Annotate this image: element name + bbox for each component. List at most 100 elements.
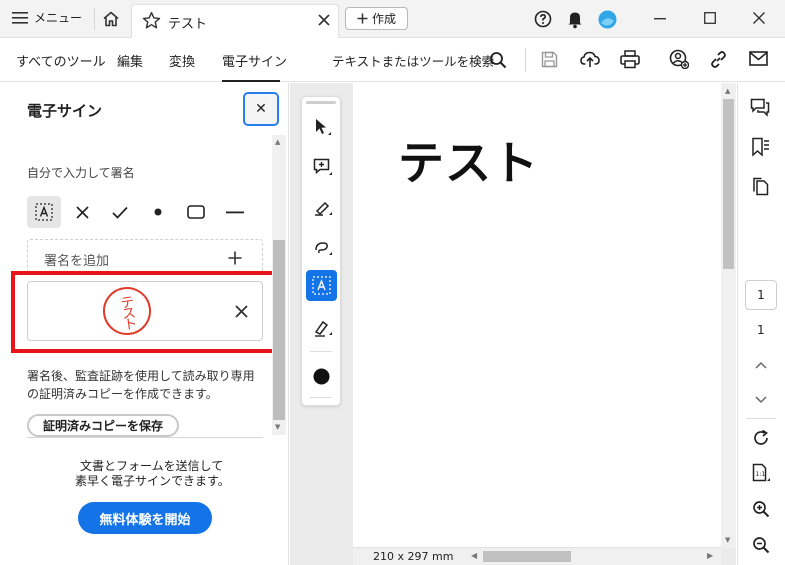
add-signature-row[interactable]: 署名を追加: [27, 239, 263, 275]
divider: [27, 437, 263, 438]
svg-text:1:1: 1:1: [756, 471, 766, 478]
link-icon[interactable]: [709, 50, 728, 69]
search-tools-label[interactable]: テキストまたはツールを検索: [332, 51, 494, 70]
divider: [746, 418, 776, 419]
start-free-trial-label: 無料体験を開始: [99, 512, 191, 528]
tab-e-sign[interactable]: 電子サイン: [222, 51, 287, 70]
add-signature-label: 署名を追加: [44, 254, 110, 269]
tab-convert[interactable]: 変換: [169, 51, 195, 70]
scrollbar-thumb[interactable]: [273, 240, 285, 420]
color-picker-icon[interactable]: [313, 368, 330, 385]
active-tab-indicator: [222, 80, 280, 82]
document-tab-title: テスト: [168, 17, 208, 32]
current-page-value: 1: [757, 288, 765, 302]
save-certified-copy-button[interactable]: 証明済みコピーを保存: [27, 414, 179, 437]
info-text-line1: 署名後、監査証跡を使用して読み取り専用: [27, 369, 255, 383]
section-label: 自分で入力して署名: [27, 166, 135, 180]
line-icon: [226, 211, 244, 214]
main-toolbar: すべてのツール 編集 変換 電子サイン テキストまたはツールを検索: [0, 38, 785, 82]
home-icon[interactable]: [102, 10, 120, 28]
next-page-icon[interactable]: [755, 396, 767, 404]
highlight-box: [11, 271, 282, 353]
check-icon: [112, 206, 128, 219]
panel-scrollbar[interactable]: ▲ ▼: [272, 135, 286, 435]
bell-icon[interactable]: [566, 9, 584, 29]
close-icon: ✕: [255, 101, 267, 117]
scrollbar-thumb[interactable]: [483, 551, 571, 562]
text-field-icon: [312, 276, 331, 295]
add-comment-icon[interactable]: [313, 158, 333, 178]
menu-button[interactable]: メニュー: [12, 9, 82, 26]
highlight-pen-icon[interactable]: [313, 198, 333, 218]
current-page-input[interactable]: 1: [745, 280, 777, 310]
divider: [525, 48, 526, 72]
drag-handle[interactable]: [306, 101, 336, 104]
panel-title: 電子サイン: [27, 102, 103, 120]
scroll-right-arrow-icon[interactable]: ▶: [707, 551, 713, 560]
document-horizontal-scrollbar[interactable]: 210 x 297 mm ◀ ▶: [353, 547, 721, 565]
maximize-icon[interactable]: [704, 12, 716, 24]
scroll-left-arrow-icon[interactable]: ◀: [471, 551, 477, 560]
panel-close-button[interactable]: ✕: [243, 92, 279, 126]
plus-icon: [357, 13, 368, 24]
check-tool[interactable]: [109, 202, 131, 222]
rectangle-icon: [187, 205, 205, 219]
menu-label: メニュー: [34, 11, 83, 25]
rotate-icon[interactable]: [752, 429, 770, 447]
freehand-draw-icon[interactable]: [313, 238, 333, 258]
plus-icon[interactable]: [228, 251, 242, 265]
save-certified-copy-label: 証明済みコピーを保存: [42, 419, 163, 433]
help-icon[interactable]: [534, 10, 552, 28]
rectangle-tool[interactable]: [185, 202, 207, 222]
account-avatar-icon[interactable]: [598, 10, 617, 29]
scrollbar-thumb[interactable]: [723, 99, 734, 269]
close-tab-icon[interactable]: [318, 14, 330, 26]
text-field-icon: [35, 203, 53, 221]
comments-icon[interactable]: [750, 98, 770, 117]
previous-page-icon[interactable]: [755, 361, 767, 369]
zoom-out-icon[interactable]: [752, 536, 770, 554]
document-tab[interactable]: テスト: [131, 4, 339, 38]
page-size-label: 210 x 297 mm: [373, 550, 454, 563]
divider: [310, 351, 332, 352]
divider: [94, 8, 95, 30]
total-pages: 1: [757, 323, 765, 337]
window-close-icon[interactable]: [753, 12, 765, 24]
floating-toolbar: [301, 96, 341, 406]
star-icon[interactable]: [142, 11, 161, 30]
pages-icon[interactable]: [752, 177, 769, 196]
select-cursor-icon[interactable]: [314, 118, 332, 138]
cross-icon: [75, 205, 89, 219]
scroll-down-arrow-icon[interactable]: ▼: [725, 536, 730, 544]
share-user-icon[interactable]: [669, 49, 689, 69]
email-icon[interactable]: [749, 51, 768, 66]
text-field-tool[interactable]: [27, 196, 61, 228]
search-icon[interactable]: [489, 51, 507, 69]
cloud-upload-icon[interactable]: [580, 49, 600, 69]
document-page[interactable]: テスト: [353, 83, 721, 548]
scroll-up-arrow-icon[interactable]: ▲: [725, 87, 730, 95]
dot-tool[interactable]: [148, 202, 168, 222]
fit-page-icon[interactable]: 1:1: [752, 463, 771, 483]
document-vertical-scrollbar[interactable]: ▲ ▼: [721, 83, 736, 548]
create-button-label: 作成: [371, 12, 396, 26]
zoom-in-icon[interactable]: [752, 500, 770, 518]
create-button[interactable]: 作成: [345, 7, 408, 30]
save-icon[interactable]: [541, 51, 558, 68]
scroll-up-arrow-icon[interactable]: ▲: [275, 138, 280, 146]
hamburger-icon: [12, 11, 28, 25]
bookmarks-icon[interactable]: [751, 137, 770, 157]
line-tool[interactable]: [224, 202, 246, 222]
dot-icon: [154, 208, 162, 216]
sign-pen-icon[interactable]: [313, 318, 333, 338]
promo-line2: 素早く電子サインできます。: [75, 474, 230, 488]
info-text-line2: の証明済みコピーを作成できます。: [27, 387, 218, 401]
scroll-down-arrow-icon[interactable]: ▼: [275, 423, 280, 431]
minimize-icon[interactable]: [654, 18, 666, 20]
cross-tool[interactable]: [72, 202, 92, 222]
print-icon[interactable]: [620, 50, 640, 69]
tab-edit[interactable]: 編集: [117, 51, 143, 70]
text-field-tool-active[interactable]: [306, 270, 337, 301]
tab-all-tools[interactable]: すべてのツール: [16, 51, 106, 70]
start-free-trial-button[interactable]: 無料体験を開始: [78, 502, 212, 534]
